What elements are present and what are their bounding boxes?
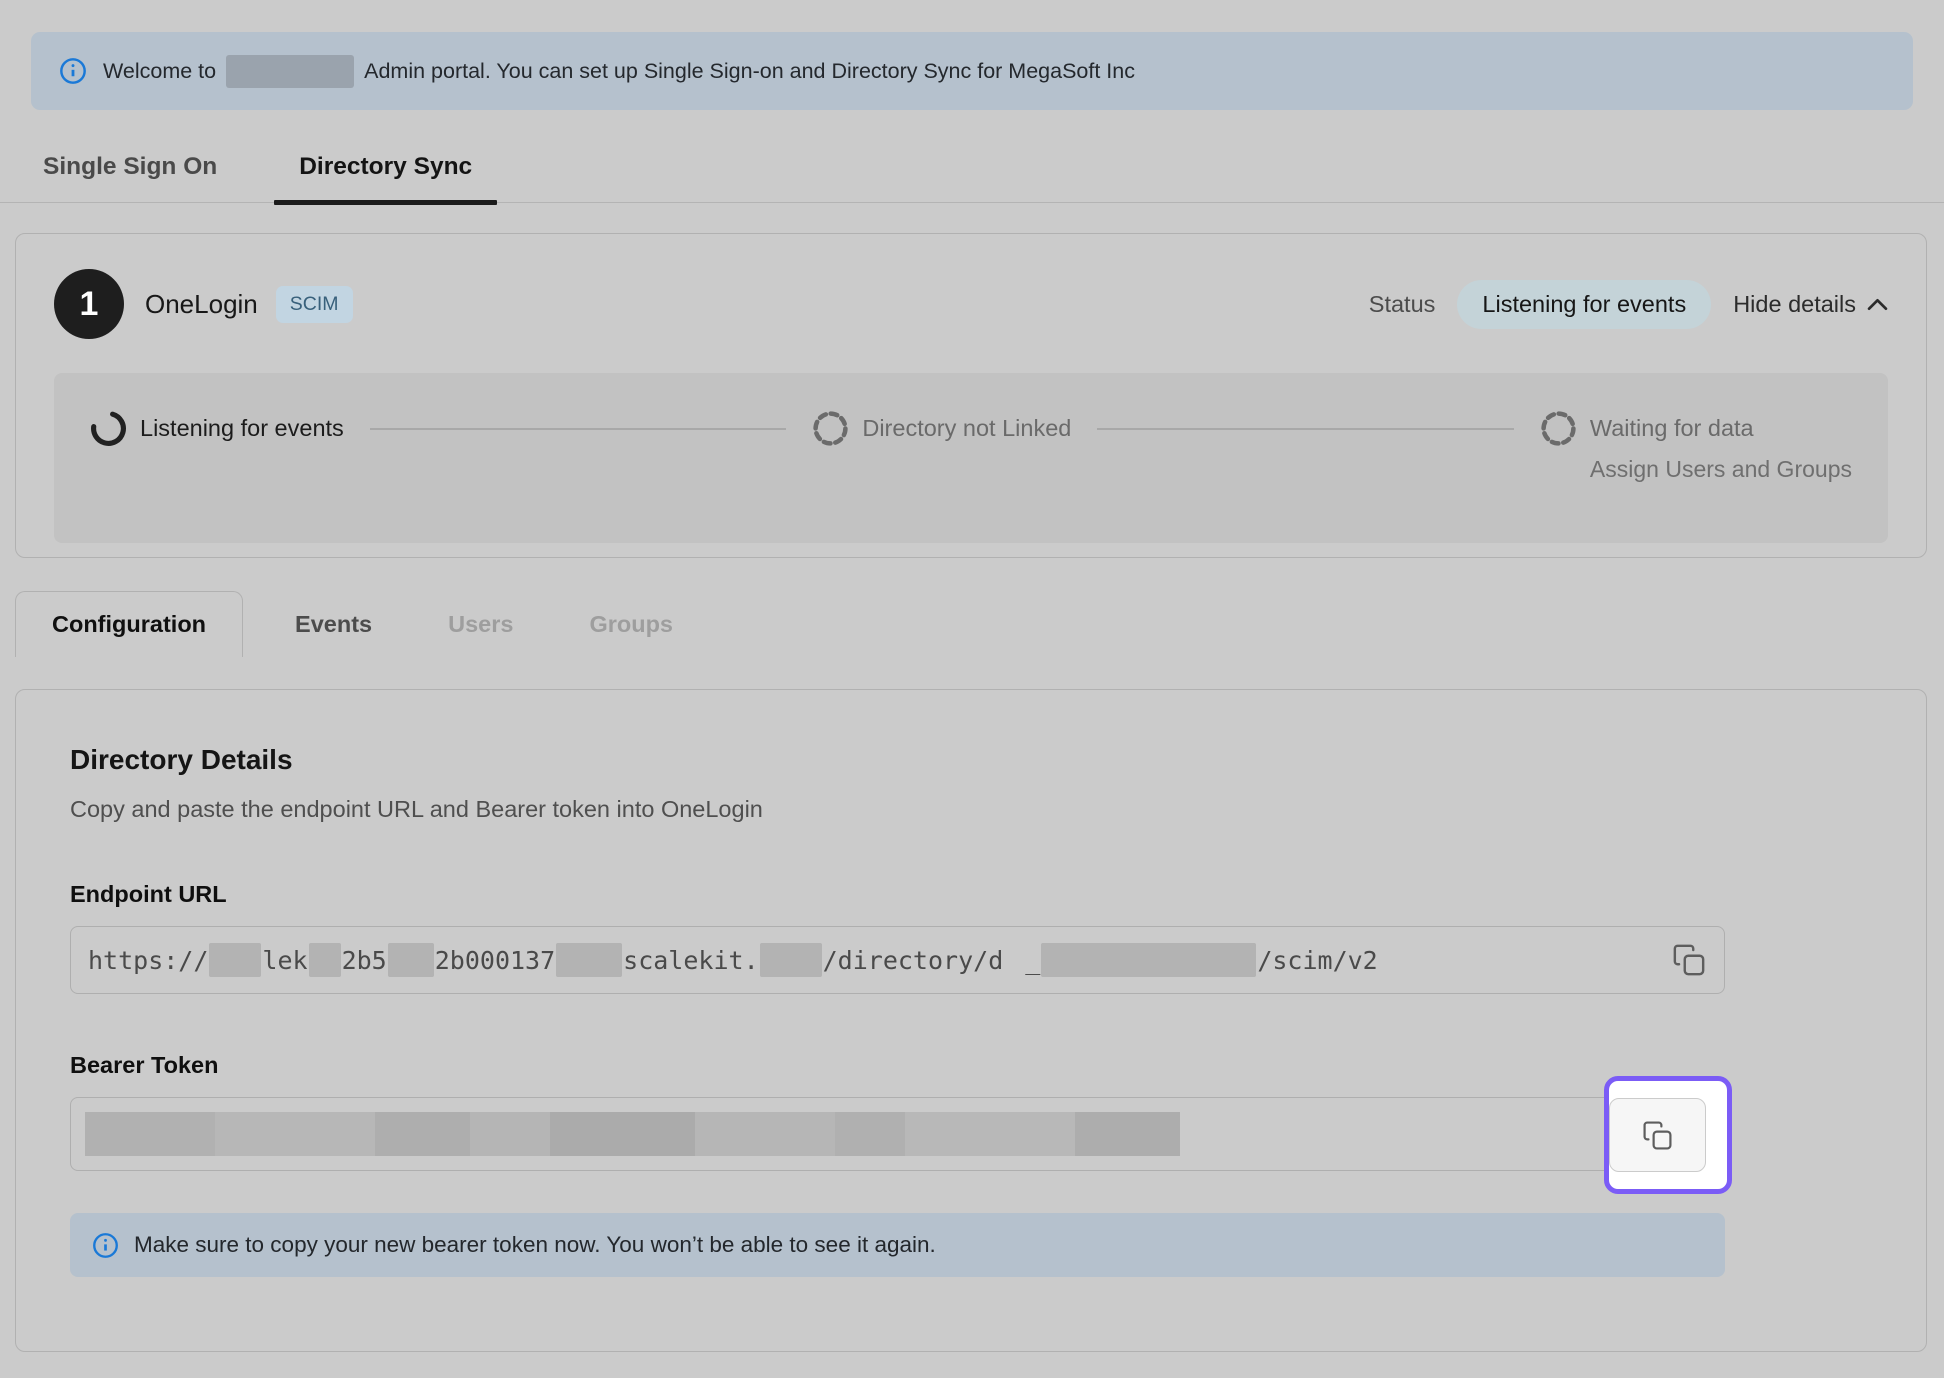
- hide-details-label: Hide details: [1733, 291, 1856, 318]
- endpoint-url-field[interactable]: https://lek2b52b000137scalekit./director…: [70, 926, 1725, 994]
- token-notice-banner: Make sure to copy your new bearer token …: [70, 1213, 1725, 1277]
- configuration-panel: Directory Details Copy and paste the end…: [15, 689, 1927, 1352]
- info-icon: [59, 57, 87, 85]
- info-icon: [92, 1232, 119, 1259]
- provider-number-badge: 1: [54, 269, 124, 339]
- progress-step-label: Listening for events: [140, 415, 344, 442]
- redacted-org-name: [226, 55, 354, 88]
- hide-details-toggle[interactable]: Hide details: [1733, 291, 1888, 318]
- status-badge: Listening for events: [1457, 280, 1711, 329]
- tab-directory-sync[interactable]: Directory Sync: [299, 141, 472, 202]
- token-notice-text: Make sure to copy your new bearer token …: [134, 1232, 936, 1258]
- dashed-circle-icon: [812, 410, 849, 447]
- provider-header: 1 OneLogin SCIM Status Listening for eve…: [54, 269, 1888, 339]
- progress-step-sublabel: Assign Users and Groups: [1590, 456, 1852, 483]
- progress-step-waiting: Waiting for data Assign Users and Groups: [1540, 410, 1852, 483]
- welcome-text: Welcome to Admin portal. You can set up …: [103, 55, 1135, 88]
- redacted-token: [85, 1112, 1180, 1156]
- tab-single-sign-on[interactable]: Single Sign On: [43, 141, 217, 202]
- progress-step-label: Waiting for data: [1590, 415, 1754, 442]
- welcome-banner: Welcome to Admin portal. You can set up …: [31, 32, 1913, 110]
- progress-connector: [1097, 428, 1514, 430]
- progress-step-label: Directory not Linked: [862, 415, 1071, 442]
- section-title: Directory Details: [70, 744, 1872, 776]
- tab-configuration[interactable]: Configuration: [15, 591, 243, 657]
- tab-groups[interactable]: Groups: [551, 591, 711, 657]
- copy-icon: [1642, 1120, 1673, 1151]
- sync-progress-strip: Listening for events Directory not Linke…: [54, 373, 1888, 543]
- copy-endpoint-url-icon[interactable]: [1670, 941, 1708, 979]
- bearer-token-field: [70, 1097, 1725, 1171]
- protocol-badge: SCIM: [276, 286, 353, 323]
- tab-users[interactable]: Users: [410, 591, 551, 657]
- progress-step-listening: Listening for events: [90, 410, 344, 447]
- bearer-token-label: Bearer Token: [70, 1052, 1872, 1079]
- detail-tab-bar: Configuration Events Users Groups: [15, 591, 711, 657]
- provider-name: OneLogin: [145, 289, 258, 320]
- main-tab-bar: Single Sign On Directory Sync: [0, 141, 1944, 203]
- status-label: Status: [1369, 291, 1436, 318]
- tab-events[interactable]: Events: [257, 591, 410, 657]
- copy-bearer-token-button[interactable]: [1609, 1098, 1706, 1172]
- endpoint-url-label: Endpoint URL: [70, 881, 1872, 908]
- dashed-circle-icon: [1540, 410, 1577, 447]
- section-subtitle: Copy and paste the endpoint URL and Bear…: [70, 796, 1872, 823]
- progress-step-not-linked: Directory not Linked: [812, 410, 1071, 447]
- spinner-icon: [90, 410, 127, 447]
- copy-token-highlight-ring: [1604, 1076, 1732, 1194]
- provider-card: 1 OneLogin SCIM Status Listening for eve…: [15, 233, 1927, 558]
- chevron-up-icon: [1867, 298, 1888, 311]
- progress-connector: [370, 428, 787, 430]
